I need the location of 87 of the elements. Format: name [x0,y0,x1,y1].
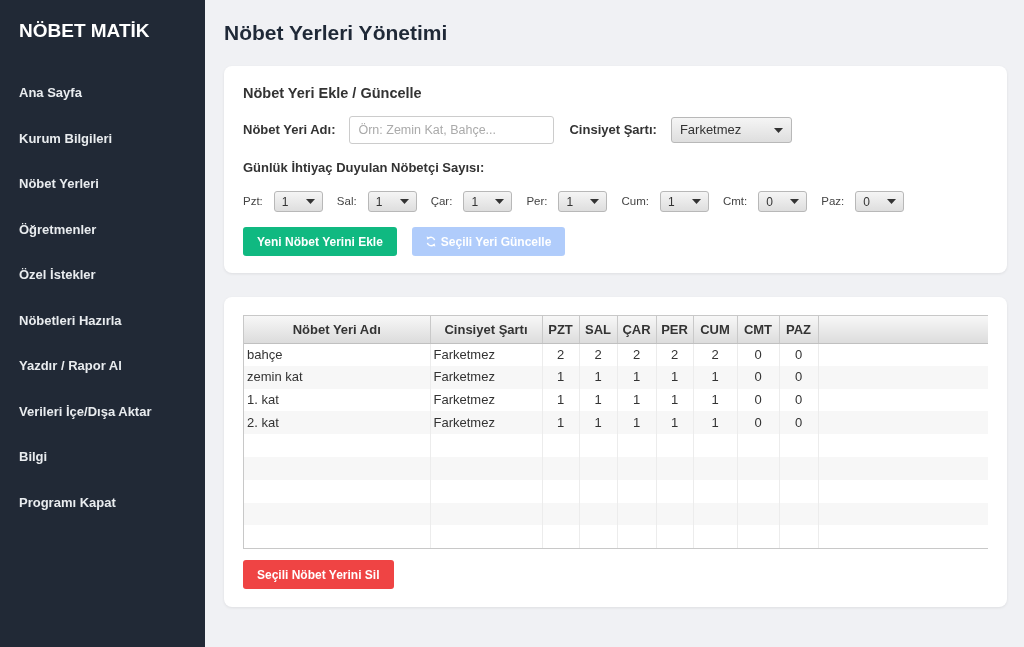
column-header[interactable]: PZT [542,316,579,343]
section-label: Günlük İhtiyaç Duyulan Nöbetçi Sayısı: [243,160,485,176]
sidebar-item[interactable]: Nöbet Yerleri [19,174,99,194]
day-label: Cum: [621,193,649,209]
name-input-field[interactable]: Örn: Zemin Kat, Bahçe... [349,116,555,144]
sidebar-item[interactable]: Ana Sayfa [19,83,82,103]
caret-icon [887,199,897,204]
sidebar-item[interactable]: Kurum Bilgileri [19,128,113,149]
table-cell-text: 1 [556,414,565,433]
gender-select[interactable]: Farketmez [670,117,792,143]
refresh-icon [425,236,436,247]
sidebar-item[interactable]: Nöbetleri Hazırla [19,310,122,331]
table-cell-text: 0 [754,368,762,387]
column-header[interactable]: CUM [693,316,737,343]
caret-icon [773,127,783,133]
field-label: Nöbet Yeri Adı: [243,122,336,138]
sidebar-item[interactable]: Öğretmenler [19,219,97,240]
table-cell-text: 0 [794,391,803,410]
column-header[interactable]: ÇAR [617,316,656,343]
table-cell-text: 1 [711,368,719,387]
table-cell-text: Farketmez [433,414,495,433]
day-count-select[interactable]: 0 [758,191,808,212]
table-cell-text: bahçe [247,345,283,364]
table-cell-text: 1 [711,391,719,410]
table-cell-text: 1 [711,414,719,433]
caret-icon [495,199,505,204]
table-cell-text: 2 [556,345,565,364]
table-cell-text: Farketmez [433,368,495,387]
page-title: Nöbet Yerleri Yönetimi [224,20,449,46]
day-label: Çar: [430,193,453,209]
day-count-select[interactable]: 1 [463,191,513,212]
table-cell-text: 1 [632,391,641,410]
day-count-select[interactable]: 1 [659,191,709,212]
sidebar-item[interactable]: Özel İstekler [19,265,96,285]
table-cell-text: 2 [711,345,719,364]
table-cell-text: 2. kat [247,414,279,433]
caret-icon [399,199,409,204]
table-cell-text: 2 [594,345,602,364]
table-cell-text: 1 [632,414,641,433]
day-label: Per: [526,193,548,209]
day-label: Pzt: [243,193,263,209]
table-cell-text: Farketmez [433,345,495,364]
table-cell-text: 0 [794,368,803,387]
column-header[interactable]: CMT [737,316,779,343]
table-cell-text: 1 [594,414,602,433]
column-header[interactable]: Cinsiyet Şartı [430,316,542,343]
day-label: Cmt: [722,193,748,209]
sidebar-item[interactable]: Yazdır / Rapor Al [19,356,122,376]
table-cell-text: 2 [670,345,679,364]
caret-icon [305,199,315,204]
sidebar-item[interactable]: Programı Kapat [19,492,116,513]
table-cell-text: 0 [754,391,762,410]
table-cell-text: 1 [632,368,641,387]
caret-icon [790,199,800,204]
table-cell-text: 1 [670,414,679,433]
sidebar-item[interactable]: Verileri İçe/Dışa Aktar [19,401,152,422]
card-title: Nöbet Yeri Ekle / Güncelle [243,84,423,102]
table-cell-text: 0 [754,345,762,364]
table-cell-text: zemin kat [247,368,303,387]
table-cell-text: 1 [594,391,602,410]
table-cell-text: 1. kat [247,391,279,410]
day-label: Paz: [821,193,845,209]
day-count-select[interactable]: 1 [558,191,608,212]
sidebar-item[interactable]: Bilgi [19,447,48,467]
caret-icon [691,199,701,204]
day-count-select[interactable]: 0 [855,191,905,212]
table-cell-text: 2 [632,345,641,364]
day-count-select[interactable]: 1 [273,191,323,212]
table-cell-text: Farketmez [433,391,495,410]
table-cell-text: 1 [670,391,679,410]
table-cell-text: 1 [670,368,679,387]
column-header[interactable]: PAZ [779,316,818,343]
caret-icon [590,199,600,204]
table-cell-text: 1 [594,368,602,387]
app-title: NÖBET MATİK [19,20,151,42]
day-count-select[interactable]: 1 [367,191,417,212]
day-label: Sal: [336,193,357,209]
field-label: Cinsiyet Şartı: [569,122,657,138]
table-cell-text: 0 [794,414,803,433]
column-header[interactable]: PER [656,316,693,343]
delete-button[interactable]: Seçili Nöbet Yerini Sil [243,560,394,589]
column-header[interactable]: Nöbet Yeri Adı [244,316,430,343]
table-cell-text: 0 [754,414,762,433]
column-header[interactable]: SAL [579,316,617,343]
table-cell-text: 0 [794,345,803,364]
table-cell-text: 1 [556,368,565,387]
table-cell-text: 1 [556,391,565,410]
